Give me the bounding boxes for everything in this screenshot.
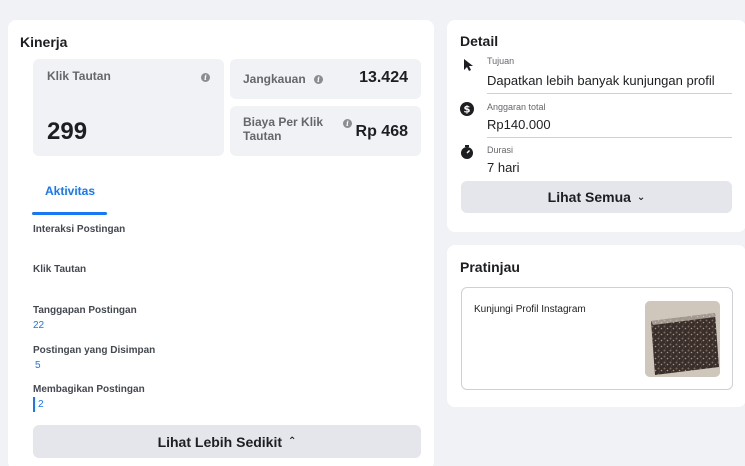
performance-card: Kinerja Klik Tautan i 299 Jangkauan i 13… <box>8 20 434 466</box>
detail-title: Detail <box>460 33 499 49</box>
cursor-icon <box>464 59 473 71</box>
see-all-label: Lihat Semua <box>547 189 631 205</box>
detail-item-small: Tujuan <box>487 56 515 66</box>
detail-item-main: Dapatkan lebih banyak kunjungan profil <box>487 73 715 88</box>
svg-text:$: $ <box>464 105 471 116</box>
info-icon[interactable]: i <box>201 73 210 82</box>
chevron-up-icon: ⌃ <box>288 436 297 447</box>
preview-thumbnail <box>645 301 720 377</box>
dollar-icon: $ <box>460 102 474 116</box>
detail-item-small: Durasi <box>487 145 514 155</box>
stopwatch-icon <box>461 145 473 159</box>
tab-activity[interactable]: Aktivitas <box>45 184 95 198</box>
ad-preview[interactable]: Kunjungi Profil Instagram <box>461 287 733 390</box>
preview-image <box>645 301 720 377</box>
see-less-button[interactable]: Lihat Lebih Sedikit ⌃ <box>33 425 421 458</box>
preview-cta-text: Kunjungi Profil Instagram <box>474 304 586 315</box>
link-clicks-value: 299 <box>47 118 88 145</box>
metric-value: 5 <box>35 360 41 371</box>
preview-title: Pratinjau <box>460 259 520 275</box>
detail-item-small: Anggaran total <box>487 102 546 112</box>
see-all-button[interactable]: Lihat Semua ⌄ <box>461 181 732 213</box>
divider <box>487 137 732 138</box>
reach-stat[interactable]: Jangkauan i 13.424 <box>230 59 421 99</box>
metric-bar <box>33 397 35 412</box>
divider <box>487 93 732 94</box>
cost-per-click-stat[interactable]: Biaya Per Klik Tautan i Rp 468 <box>230 106 421 156</box>
detail-item-main: 7 hari <box>487 160 520 175</box>
link-clicks-label: Klik Tautan <box>47 69 111 83</box>
reach-label: Jangkauan <box>243 72 306 86</box>
detail-card: Detail Tujuan Dapatkan lebih banyak kunj… <box>447 20 745 232</box>
info-icon[interactable]: i <box>314 75 323 84</box>
see-less-label: Lihat Lebih Sedikit <box>157 433 283 450</box>
info-icon[interactable]: i <box>343 119 352 128</box>
cost-per-click-value: Rp 468 <box>355 123 408 140</box>
tab-activity-underline <box>32 212 107 215</box>
link-clicks-stat[interactable]: Klik Tautan i 299 <box>33 59 224 156</box>
metric-value: 2 <box>38 399 44 410</box>
preview-card: Pratinjau Kunjungi Profil Instagram <box>447 245 745 407</box>
metric-label: Membagikan Postingan <box>33 384 145 395</box>
metric-label: Tanggapan Postingan <box>33 305 137 316</box>
metric-value: 22 <box>33 320 45 331</box>
performance-title: Kinerja <box>20 34 68 50</box>
metric-label: Interaksi Postingan <box>33 224 126 235</box>
reach-value: 13.424 <box>359 69 408 86</box>
cost-per-click-label: Biaya Per Klik Tautan <box>243 115 324 143</box>
chevron-down-icon: ⌄ <box>636 191 646 203</box>
metric-label: Klik Tautan <box>33 264 87 275</box>
metric-label: Postingan yang Disimpan <box>33 345 156 356</box>
detail-item-main: Rp140.000 <box>487 117 551 132</box>
